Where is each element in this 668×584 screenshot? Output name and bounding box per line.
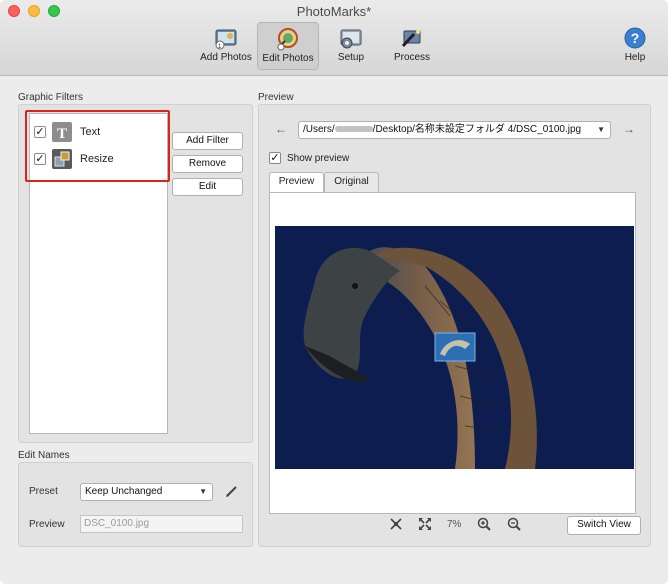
toolbar-help[interactable]: ? Help [604, 22, 666, 70]
redacted-username [334, 126, 373, 133]
actual-size-icon[interactable] [418, 517, 432, 531]
add-photos-icon: 1 [215, 29, 237, 50]
process-icon [401, 30, 421, 48]
help-icon: ? [624, 27, 646, 49]
switch-view-button[interactable]: Switch View [567, 516, 641, 535]
preset-select-value: Keep Unchanged [85, 486, 163, 497]
dinosaur-photo [275, 226, 634, 469]
show-preview-row[interactable]: ✓ Show preview [269, 152, 349, 164]
toolbar-add-photos[interactable]: 1 Add Photos [195, 22, 257, 70]
preview-title: Preview [258, 92, 294, 103]
toolbar-process-label: Process [393, 52, 431, 63]
tab-preview[interactable]: Preview [269, 172, 324, 192]
toolbar-add-photos-label: Add Photos [200, 52, 252, 63]
next-arrow-icon[interactable]: → [623, 122, 635, 136]
preview-canvas [269, 192, 636, 514]
preset-select[interactable]: Keep Unchanged ▼ [80, 483, 213, 501]
remove-filter-button[interactable]: Remove [172, 155, 243, 173]
chevron-down-icon: ▼ [597, 125, 605, 134]
pencil-icon[interactable] [225, 484, 239, 498]
tab-original[interactable]: Original [324, 172, 379, 192]
edit-names-title: Edit Names [18, 450, 70, 461]
window-title: PhotoMarks* [296, 4, 372, 19]
graphic-filters-title: Graphic Filters [18, 92, 84, 103]
name-preview-label: Preview [29, 519, 65, 530]
watermark-thumbnail [434, 332, 476, 362]
zoom-out-icon[interactable] [507, 517, 521, 531]
title-bar: PhotoMarks* 1 Add Photos Edit Photos Set… [0, 0, 668, 76]
edit-filter-button[interactable]: Edit [172, 178, 243, 196]
edit-names-group: Preset Keep Unchanged ▼ Preview DSC_0100… [18, 462, 253, 547]
edit-photos-icon [277, 28, 298, 51]
name-preview-field: DSC_0100.jpg [80, 515, 243, 533]
app-window: PhotoMarks* 1 Add Photos Edit Photos Set… [0, 0, 668, 584]
svg-text:?: ? [631, 30, 640, 46]
toolbar-process[interactable]: Process [381, 22, 443, 70]
toolbar-setup[interactable]: Setup [320, 22, 382, 70]
preview-group: ← /Users/ /Desktop/名称未設定フォルダ 4/DSC_0100.j… [258, 104, 651, 547]
show-preview-label: Show preview [287, 152, 350, 164]
add-filter-button[interactable]: Add Filter [172, 132, 243, 150]
toolbar-edit-photos-label: Edit Photos [262, 53, 314, 64]
toolbar-setup-label: Setup [337, 52, 365, 63]
fit-to-window-icon[interactable] [389, 517, 403, 531]
highlight-box [25, 110, 170, 182]
path-rest: /Desktop/名称未設定フォルダ 4/DSC_0100.jpg [372, 124, 582, 135]
preset-label: Preset [29, 486, 58, 497]
toolbar-help-label: Help [624, 52, 646, 63]
setup-icon [340, 29, 362, 49]
zoom-level: 7% [447, 519, 462, 530]
photo-path-select[interactable]: /Users/ /Desktop/名称未設定フォルダ 4/DSC_0100.jpg… [298, 121, 611, 139]
prev-arrow-icon[interactable]: ← [275, 122, 287, 136]
chevron-down-icon: ▼ [199, 487, 207, 496]
toolbar-edit-photos[interactable]: Edit Photos [257, 22, 319, 70]
show-preview-checkbox[interactable]: ✓ [269, 152, 281, 164]
path-user: /Users/ [303, 124, 335, 135]
zoom-in-icon[interactable] [477, 517, 491, 531]
